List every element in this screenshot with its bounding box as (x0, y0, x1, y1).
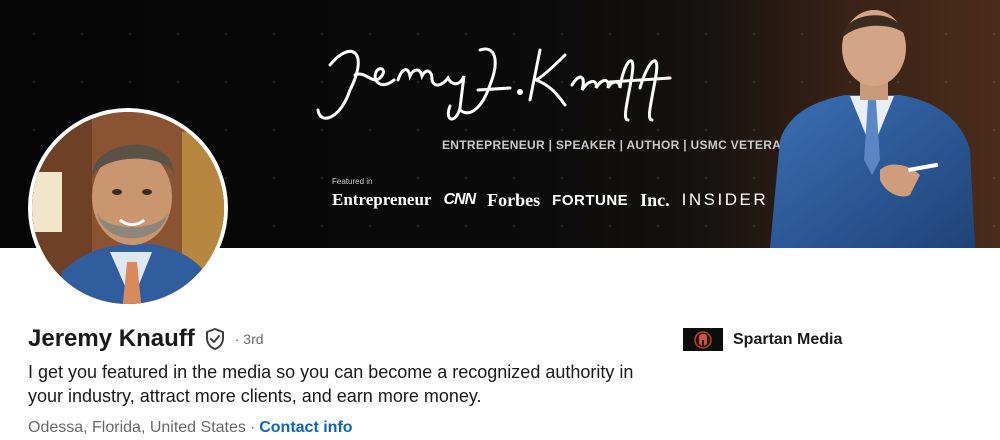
speaker-photo (770, 10, 975, 248)
fortune-logo: FORTUNE (552, 191, 629, 209)
spartan-helmet-icon (694, 330, 712, 349)
entrepreneur-logo: Entrepreneur (332, 190, 432, 209)
separator-dot: · (249, 419, 256, 436)
profile-location: Odessa, Florida, United States (28, 419, 246, 436)
media-logos: Entrepreneur CNN Forbes FORTUNE Inc. INS… (332, 188, 780, 212)
company-logo (683, 328, 723, 351)
avatar-photo (32, 112, 224, 304)
profile-avatar[interactable] (28, 108, 228, 308)
profile-name: Jeremy Knauff (28, 325, 195, 352)
forbes-logo: Forbes (487, 189, 541, 210)
signature-logo (316, 47, 672, 122)
insider-logo: INSIDER (681, 190, 769, 209)
company-name: Spartan Media (733, 330, 843, 348)
banner-roles: ENTREPRENEUR | SPEAKER | AUTHOR | USMC V… (442, 138, 791, 152)
cnn-logo: CNN (443, 191, 476, 208)
inc-logo: Inc. (640, 189, 670, 210)
current-company[interactable]: Spartan Media (683, 328, 842, 351)
profile-headline: I get you featured in the media so you c… (28, 362, 634, 406)
contact-info-link[interactable]: Contact info (259, 419, 352, 436)
location-row: Odessa, Florida, United States · Contact i… (28, 418, 353, 438)
name-row: Jeremy Knauff · 3rd (28, 322, 264, 356)
verified-shield-icon[interactable] (203, 327, 227, 351)
connection-degree: · 3rd (234, 331, 264, 347)
featured-in-label: Featured in (332, 177, 373, 186)
